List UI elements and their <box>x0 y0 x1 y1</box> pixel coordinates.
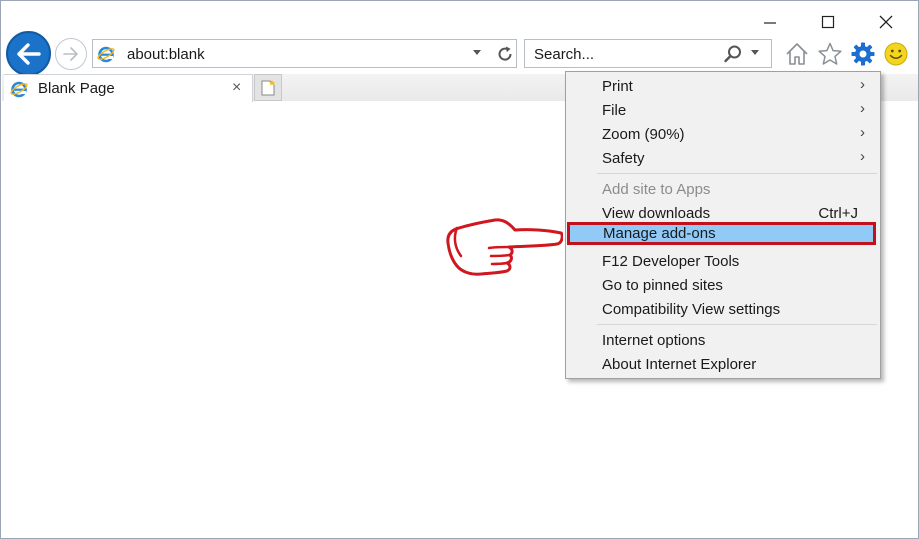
menu-divider <box>597 173 877 174</box>
favorites-star-icon <box>818 42 842 65</box>
url-text[interactable]: about:blank <box>127 46 205 63</box>
refresh-icon[interactable] <box>495 44 515 64</box>
menu-item-manage-add-ons[interactable]: Manage add-ons <box>567 222 876 245</box>
tools-gear-icon <box>851 42 875 66</box>
tools-button[interactable] <box>849 40 877 68</box>
back-arrow-icon <box>16 42 41 65</box>
menu-item-compatibility-view-settings[interactable]: Compatibility View settings <box>566 298 880 321</box>
new-tab-button[interactable] <box>254 74 282 101</box>
forward-arrow-icon <box>63 47 78 61</box>
close-icon <box>879 15 893 29</box>
internet-explorer-icon <box>10 81 28 98</box>
tab-blank-page[interactable]: Blank Page × <box>4 74 253 102</box>
chevron-right-icon: › <box>860 76 865 93</box>
minimize-icon <box>764 22 776 24</box>
menu-item-zoom[interactable]: Zoom (90%) › <box>566 123 880 146</box>
close-window-button[interactable] <box>863 9 909 35</box>
maximize-icon <box>821 15 835 29</box>
favorites-button[interactable] <box>816 40 844 68</box>
browser-window: about:blank Search... Blank Page × Print… <box>0 0 919 539</box>
tab-title: Blank Page <box>38 80 115 97</box>
menu-item-add-site-to-apps: Add site to Apps <box>602 181 711 198</box>
home-icon <box>786 43 808 65</box>
menu-item-about-internet-explorer[interactable]: About Internet Explorer <box>566 353 880 376</box>
home-button[interactable] <box>783 40 811 68</box>
menu-item-go-to-pinned-sites[interactable]: Go to pinned sites <box>566 274 880 297</box>
pointing-hand-icon <box>446 218 563 276</box>
maximize-button[interactable] <box>805 9 851 35</box>
menu-item-safety[interactable]: Safety › <box>566 147 880 170</box>
menu-item-f12-developer-tools[interactable]: F12 Developer Tools <box>566 250 880 273</box>
menu-item-print[interactable]: Print › <box>566 75 880 98</box>
chevron-down-icon[interactable] <box>750 49 760 57</box>
feedback-smiley-icon <box>884 42 908 66</box>
chevron-right-icon: › <box>860 100 865 117</box>
search-icon[interactable] <box>723 44 743 64</box>
chevron-down-icon[interactable] <box>472 49 482 57</box>
address-bar[interactable]: about:blank <box>92 39 517 68</box>
new-tab-icon <box>261 79 275 95</box>
menu-divider <box>597 324 877 325</box>
shortcut-label: Ctrl+J <box>818 205 858 222</box>
minimize-button[interactable] <box>747 9 793 35</box>
forward-button[interactable] <box>55 38 87 70</box>
chevron-right-icon: › <box>860 124 865 141</box>
chevron-right-icon: › <box>860 148 865 165</box>
internet-explorer-icon <box>97 46 115 63</box>
feedback-button[interactable] <box>882 40 910 68</box>
search-placeholder[interactable]: Search... <box>534 46 594 63</box>
tools-menu: Print › File › Zoom (90%) › Safety › Add… <box>565 71 881 379</box>
menu-item-file[interactable]: File › <box>566 99 880 122</box>
search-box[interactable]: Search... <box>524 39 772 68</box>
tab-close-icon[interactable]: × <box>232 80 241 96</box>
menu-item-internet-options[interactable]: Internet options <box>566 329 880 352</box>
back-button[interactable] <box>6 31 51 76</box>
